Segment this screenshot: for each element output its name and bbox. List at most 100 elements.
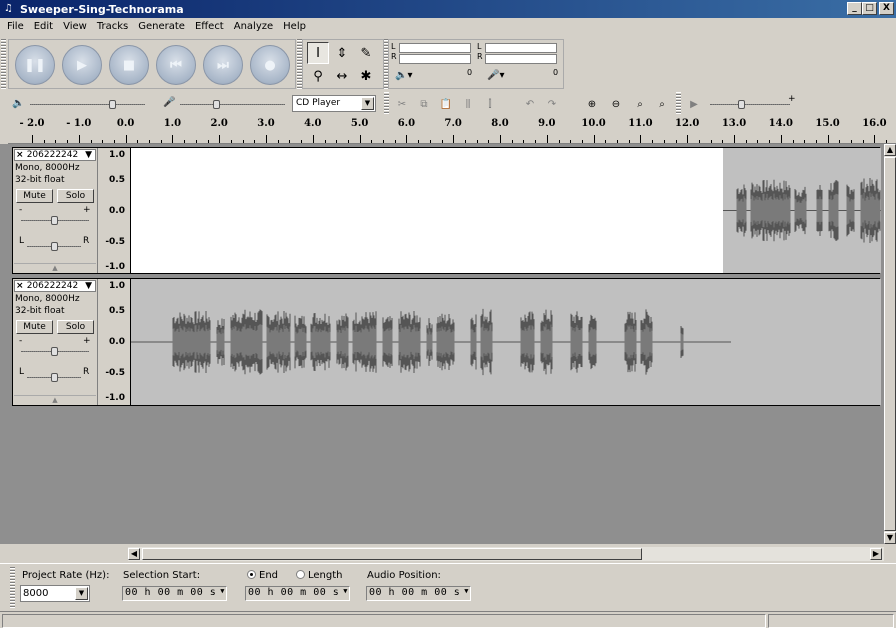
zoom-out-icon[interactable]: ⊖ bbox=[606, 95, 626, 113]
timeline-ruler[interactable]: - 2.0 - 1.0 0.0 1.0 2.0 3.0 4.0 5.0 6.0 7.0 8.0 9.0… bbox=[8, 116, 896, 144]
chevron-down-icon[interactable]: ▼ bbox=[75, 587, 88, 600]
output-device-select[interactable]: CD Player ▼ bbox=[292, 95, 376, 112]
pause-button[interactable]: ❚❚ bbox=[15, 45, 55, 85]
gain-plus-label: + bbox=[83, 336, 91, 346]
multi-tool-icon[interactable]: ✱ bbox=[355, 65, 377, 87]
play-at-speed-icon[interactable]: ▶ bbox=[684, 95, 704, 113]
mute-button[interactable]: Mute bbox=[16, 189, 53, 203]
audio-track[interactable]: × 206222242 ▼ Mono, 8000Hz 32-bit float M… bbox=[12, 278, 881, 406]
zoom-in-icon[interactable]: ⊕ bbox=[582, 95, 602, 113]
envelope-tool-icon[interactable]: ⇕ bbox=[331, 42, 353, 64]
waveform[interactable] bbox=[131, 279, 881, 405]
length-radio[interactable]: Length bbox=[296, 570, 343, 581]
chevron-down-icon[interactable]: ▼ bbox=[220, 587, 225, 595]
waveform-area[interactable] bbox=[131, 279, 881, 405]
solo-button[interactable]: Solo bbox=[57, 320, 94, 334]
menu-generate[interactable]: Generate bbox=[133, 21, 190, 32]
project-rate-select[interactable]: 8000 ▼ bbox=[20, 585, 90, 602]
toolbar-grip[interactable] bbox=[384, 92, 389, 114]
scroll-down-icon[interactable]: ▼ bbox=[884, 532, 896, 544]
chevron-down-icon[interactable]: ▼ bbox=[361, 97, 374, 110]
microphone-icon[interactable]: 🎤▾ bbox=[487, 70, 504, 81]
paste-icon[interactable]: 📋 bbox=[436, 95, 456, 113]
speaker-icon[interactable]: 🔈▾ bbox=[395, 70, 412, 81]
close-button[interactable]: X bbox=[879, 2, 894, 15]
track-name-menu[interactable]: × 206222242 ▼ bbox=[14, 149, 96, 161]
menu-file[interactable]: File bbox=[2, 21, 29, 32]
close-icon[interactable]: × bbox=[16, 150, 27, 160]
solo-button[interactable]: Solo bbox=[57, 189, 94, 203]
play-button[interactable]: ▶ bbox=[62, 45, 102, 85]
trim-icon[interactable]: ⫼ bbox=[458, 95, 478, 113]
record-meter-left[interactable] bbox=[485, 43, 557, 53]
draw-tool-icon[interactable]: ✎ bbox=[355, 42, 377, 64]
scroll-right-icon[interactable]: ▶ bbox=[870, 548, 882, 560]
audio-position-time[interactable]: 00 h 00 m 00 s ▼ bbox=[366, 586, 471, 601]
play-at-speed-slider[interactable] bbox=[710, 104, 790, 105]
audio-track[interactable]: × 206222242 ▼ Mono, 8000Hz 32-bit float M… bbox=[12, 147, 881, 274]
selection-start-time[interactable]: 00 h 00 m 00 s ▼ bbox=[122, 586, 227, 601]
redo-icon[interactable]: ↷ bbox=[542, 95, 562, 113]
menu-analyze[interactable]: Analyze bbox=[229, 21, 278, 32]
ruler-minor-tick bbox=[43, 140, 45, 143]
collapse-track-icon[interactable]: ▲ bbox=[14, 263, 96, 272]
skip-start-button[interactable]: ⏮ bbox=[156, 45, 196, 85]
vertical-scrollbar[interactable]: ▲ ▼ bbox=[884, 144, 896, 544]
waveform[interactable] bbox=[131, 148, 881, 273]
play-at-speed-thumb[interactable] bbox=[738, 100, 745, 109]
toolbar-grip[interactable] bbox=[10, 566, 15, 608]
toolbar-grip[interactable] bbox=[1, 39, 6, 89]
zoom-tool-icon[interactable]: ⚲ bbox=[307, 65, 329, 87]
selection-tool-icon[interactable]: I bbox=[307, 42, 329, 64]
radio-on-icon[interactable] bbox=[247, 570, 256, 579]
chevron-down-icon[interactable]: ▼ bbox=[85, 150, 92, 160]
playback-meter-right[interactable] bbox=[399, 54, 471, 64]
playback-meter-left[interactable] bbox=[399, 43, 471, 53]
input-volume-thumb[interactable] bbox=[212, 100, 220, 109]
gain-thumb[interactable] bbox=[51, 347, 58, 356]
input-volume-slider[interactable] bbox=[180, 104, 285, 105]
output-volume-slider[interactable] bbox=[30, 104, 145, 105]
skip-end-button[interactable]: ⏭ bbox=[203, 45, 243, 85]
vertical-scroll-thumb[interactable] bbox=[884, 157, 896, 531]
copy-icon[interactable]: ⧉ bbox=[414, 95, 434, 113]
track-name-menu[interactable]: × 206222242 ▼ bbox=[14, 280, 96, 292]
selection-end-time[interactable]: 00 h 00 m 00 s ▼ bbox=[245, 586, 350, 601]
stop-button[interactable]: ■ bbox=[109, 45, 149, 85]
menu-effect[interactable]: Effect bbox=[190, 21, 229, 32]
gain-thumb[interactable] bbox=[51, 216, 58, 225]
cut-icon[interactable]: ✂ bbox=[392, 95, 412, 113]
output-volume-thumb[interactable] bbox=[108, 100, 116, 109]
ruler-minor-tick bbox=[535, 140, 537, 143]
menu-view[interactable]: View bbox=[58, 21, 92, 32]
minimize-button[interactable]: _ bbox=[847, 2, 862, 15]
silence-icon[interactable]: ⫿ bbox=[480, 95, 500, 113]
collapse-track-icon[interactable]: ▲ bbox=[14, 395, 96, 404]
record-button[interactable]: ● bbox=[250, 45, 290, 85]
chevron-down-icon[interactable]: ▼ bbox=[343, 587, 348, 595]
maximize-button[interactable]: □ bbox=[862, 2, 877, 15]
pan-thumb[interactable] bbox=[51, 373, 58, 382]
mute-button[interactable]: Mute bbox=[16, 320, 53, 334]
fit-selection-icon[interactable]: ⌕ bbox=[630, 95, 650, 113]
timeshift-tool-icon[interactable]: ↔ bbox=[331, 65, 353, 87]
end-radio[interactable]: End bbox=[247, 570, 278, 581]
menu-tracks[interactable]: Tracks bbox=[92, 21, 133, 32]
horizontal-scrollbar[interactable]: ◀ ▶ bbox=[128, 547, 884, 561]
toolbar-grip[interactable] bbox=[676, 92, 681, 114]
menu-edit[interactable]: Edit bbox=[29, 21, 58, 32]
scroll-up-icon[interactable]: ▲ bbox=[884, 144, 896, 156]
undo-icon[interactable]: ↶ bbox=[520, 95, 540, 113]
scroll-left-icon[interactable]: ◀ bbox=[128, 548, 140, 560]
chevron-down-icon[interactable]: ▼ bbox=[85, 281, 92, 291]
horizontal-scroll-thumb[interactable] bbox=[142, 548, 642, 560]
track-area[interactable]: × 206222242 ▼ Mono, 8000Hz 32-bit float M… bbox=[0, 144, 884, 544]
record-meter-right[interactable] bbox=[485, 54, 557, 64]
close-icon[interactable]: × bbox=[16, 281, 27, 291]
menu-help[interactable]: Help bbox=[278, 21, 311, 32]
chevron-down-icon[interactable]: ▼ bbox=[464, 587, 469, 595]
pan-thumb[interactable] bbox=[51, 242, 58, 251]
waveform-area[interactable] bbox=[131, 148, 881, 273]
radio-off-icon[interactable] bbox=[296, 570, 305, 579]
fit-project-icon[interactable]: ⌕ bbox=[652, 95, 672, 113]
